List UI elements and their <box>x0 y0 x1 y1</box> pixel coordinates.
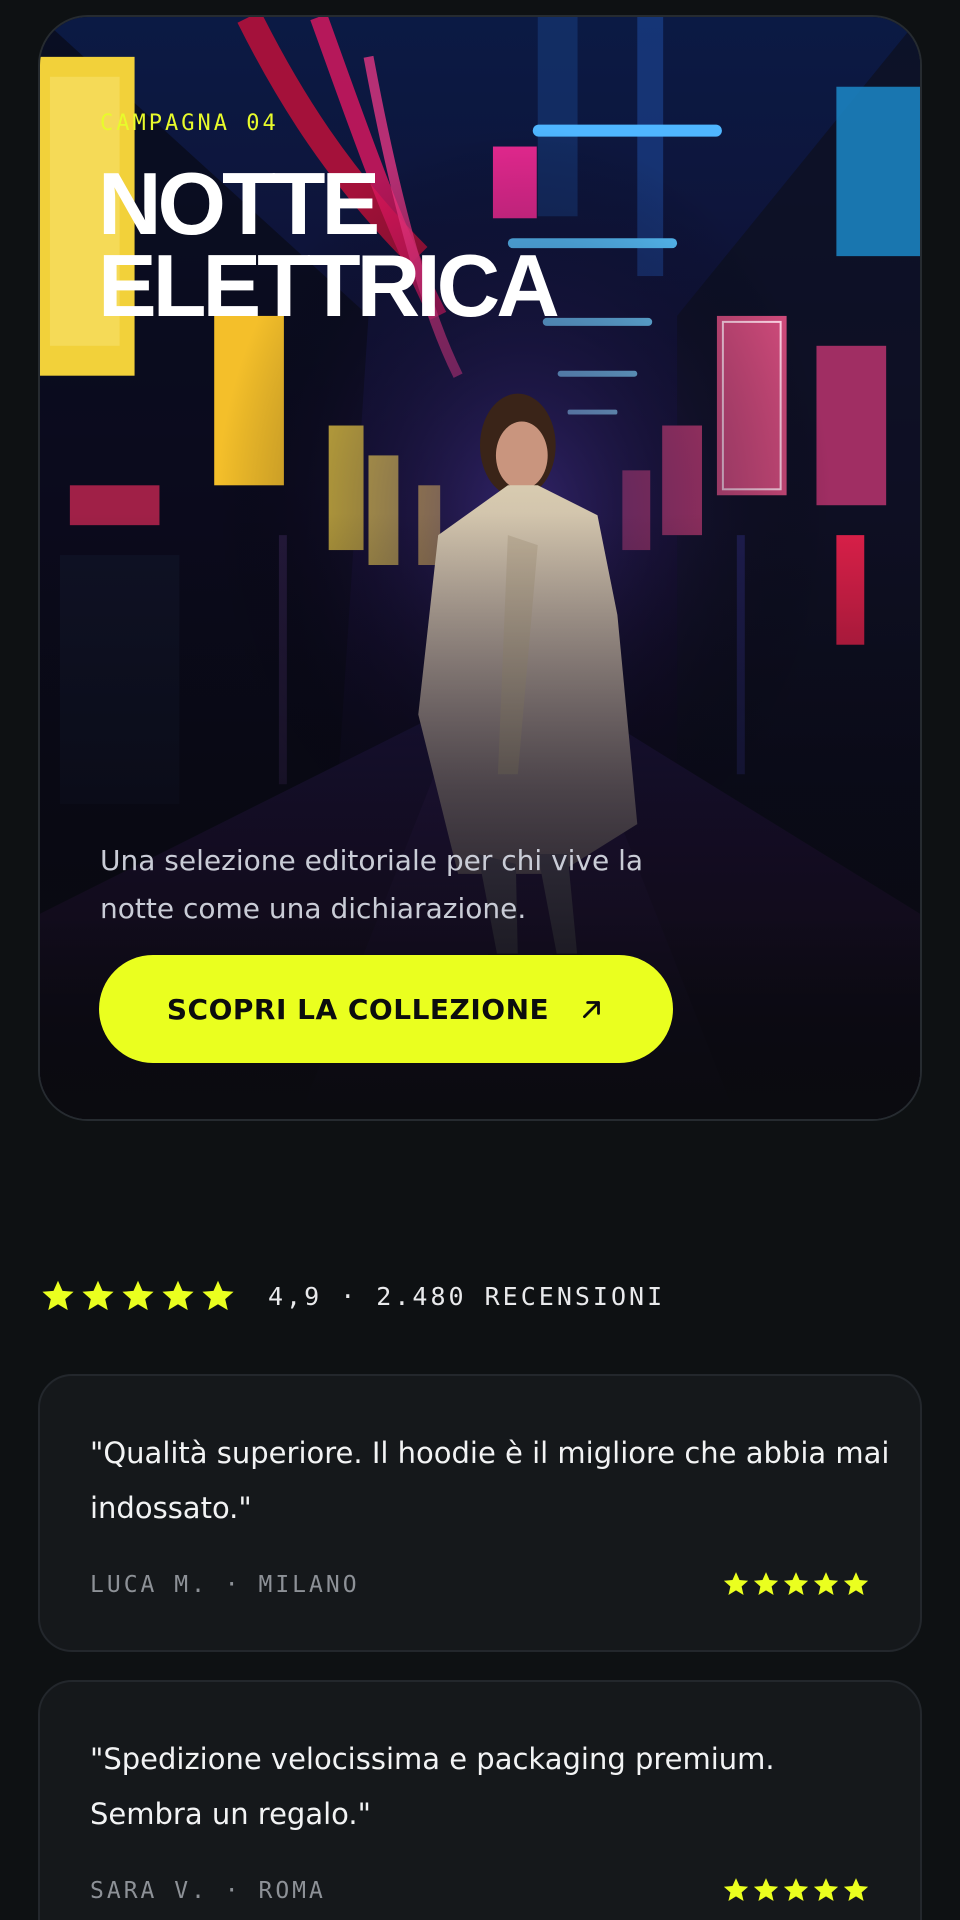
hero-description: Una selezione editoriale per chi vive la… <box>100 844 644 925</box>
star-icon <box>82 1280 114 1311</box>
star-icon <box>162 1280 194 1311</box>
review-author: SARA V. · ROMA <box>90 1878 326 1904</box>
star-icon <box>783 1572 809 1595</box>
page: CAMPAGNA 04 NOTTE ELETTRICA Una selezion… <box>0 0 960 1920</box>
star-icon <box>723 1878 749 1901</box>
review-stars <box>722 1570 870 1598</box>
rating-stars <box>40 1278 236 1314</box>
star-icon <box>753 1572 779 1595</box>
hero-title-line-1: NOTTE <box>98 154 380 253</box>
star-icon <box>783 1878 809 1901</box>
rating-summary: 4,9 · 2.480 RECENSIONI <box>40 1276 665 1316</box>
hero-title-line-2: ELETTRICA <box>98 236 560 335</box>
star-icon <box>723 1572 749 1595</box>
star-icon <box>202 1280 234 1311</box>
star-icon <box>813 1572 839 1595</box>
arrow-up-right-icon <box>579 996 605 1022</box>
review-author: LUCA M. · MILANO <box>90 1572 360 1598</box>
review-quote: "Qualità superiore. Il hoodie è il migli… <box>90 1436 890 1525</box>
review-stars <box>722 1876 870 1904</box>
star-icon <box>122 1280 154 1311</box>
star-icon <box>753 1878 779 1901</box>
hero-title: NOTTE ELETTRICA <box>98 154 798 335</box>
star-icon <box>42 1280 74 1311</box>
review-card: "Spedizione velocissima e packaging prem… <box>38 1680 922 1920</box>
hero-card[interactable]: CAMPAGNA 04 NOTTE ELETTRICA Una selezion… <box>38 15 922 1121</box>
review-quote: "Spedizione velocissima e packaging prem… <box>90 1742 775 1831</box>
cta-label: SCOPRI LA COLLEZIONE <box>166 992 550 1026</box>
campaign-label: CAMPAGNA 04 <box>100 111 279 136</box>
rating-text: 4,9 · 2.480 RECENSIONI <box>268 1281 666 1311</box>
star-icon <box>843 1878 869 1901</box>
discover-collection-button[interactable]: SCOPRI LA COLLEZIONE <box>99 955 673 1063</box>
review-card: "Qualità superiore. Il hoodie è il migli… <box>38 1374 922 1652</box>
star-icon <box>843 1572 869 1595</box>
star-icon <box>813 1878 839 1901</box>
